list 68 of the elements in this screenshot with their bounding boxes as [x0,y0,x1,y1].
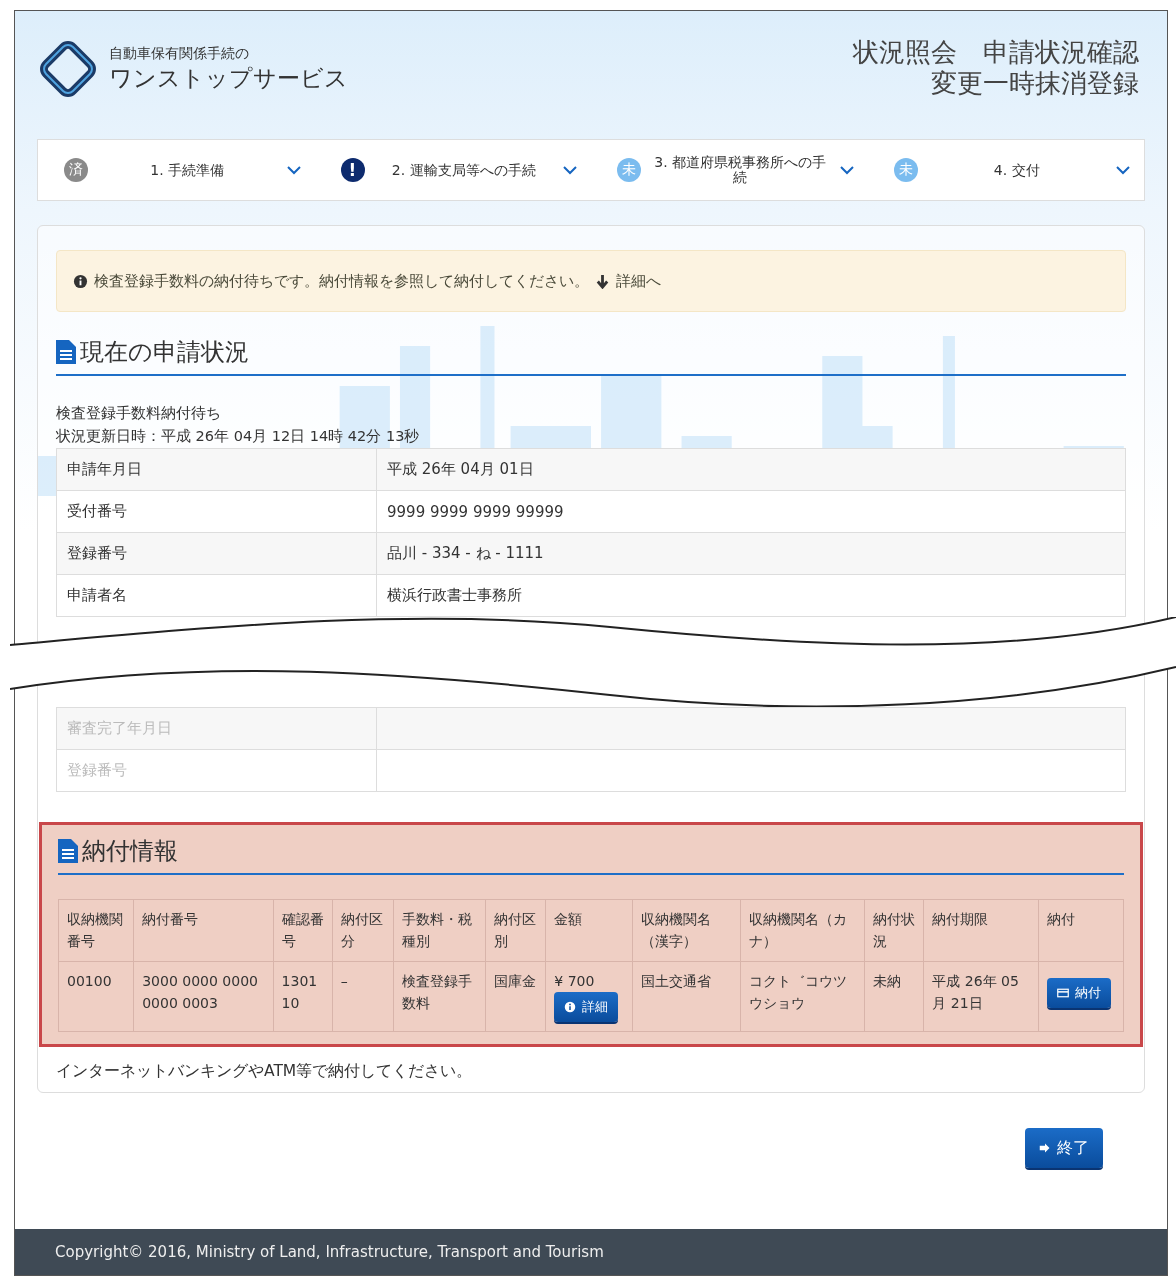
table-cell: 3000 0000 0000 0000 0003 [133,961,274,1032]
field-label: 審査完了年月日 [56,707,377,750]
table-cell: 検査登録手数料 [393,961,486,1032]
details-link[interactable]: 詳細へ [616,271,661,291]
table-cell: コクト゛コウツウショウ [740,961,865,1032]
field-label: 申請年月日 [56,448,377,491]
column-header: 納付区別 [485,899,546,962]
arrow-down-icon[interactable] [595,273,610,289]
field-value: 9999 9999 9999 99999 [376,490,1126,533]
document-icon [56,340,76,364]
step-label: 2. 運輸支局等への手続 [390,162,537,178]
chevron-down-icon[interactable] [286,165,301,175]
details-button[interactable]: 詳細 [554,992,619,1022]
column-header: 収納機関番号 [58,899,134,962]
updated-text: 状況更新日時：平成 26年 04月 12日 14時 42分 13秒 [56,427,421,446]
field-label: 登録番号 [56,532,377,575]
field-value: 平成 26年 04月 01日 [376,448,1126,491]
logo-title: ワンストップサービス [109,63,348,93]
exit-button[interactable]: 終了 [1025,1128,1103,1168]
section-heading: 納付情報 [82,836,178,867]
section-heading: 現在の申請状況 [80,337,249,368]
table-cell: 00100 [58,961,134,1032]
card-icon [1056,987,1069,999]
chevron-down-icon[interactable] [1116,165,1130,175]
table-cell: 未納 [864,961,924,1032]
column-header: 収納機関名（カナ） [740,899,865,962]
table-cell: 130110 [273,961,333,1032]
chevron-down-icon[interactable] [839,165,854,175]
field-label: 受付番号 [56,490,377,533]
column-header: 納付 [1038,899,1124,962]
status-text: 検査登録手数料納付待ち [56,404,222,423]
step-label: 1. 手続準備 [149,162,226,178]
column-header: 確認番号 [273,899,333,962]
table-cell: 平成 26年 05月 21日 [923,961,1039,1032]
step-label: 4. 交付 [992,162,1041,178]
step-status-badge: ! [340,158,365,182]
field-value: 横浜行政書士事務所 [376,574,1126,617]
column-header: 納付区分 [332,899,394,962]
step-status-badge: 未 [617,158,641,182]
step-status-badge: 済 [64,158,88,182]
copyright-text: Copyright© 2016, Ministry of Land, Infrastructure, Transport and Tourism [55,1243,604,1261]
column-header: 金額 [545,899,633,962]
step-label: 3. 都道府県税事務所への手続 [653,155,828,185]
table-cell: – [332,961,394,1032]
info-icon [73,273,88,289]
field-value: 品川 - 334 - ね - 1111 [376,532,1126,575]
amount-text: ¥ 700 [554,972,596,991]
field-label: 申請者名 [56,574,377,617]
logo-caption: 自動車保有関係手続の [109,44,250,63]
info-icon [564,1001,577,1013]
alert-message: 検査登録手数料の納付待ちです。納付情報を参照して納付してください。 [94,271,589,291]
exit-icon [1039,1142,1051,1154]
page-title: 状況照会 申請状況確認 [853,37,1139,68]
chevron-down-icon[interactable] [563,165,577,175]
document-icon [58,839,78,863]
logo-icon [37,38,99,100]
step-status-badge: 未 [893,158,918,182]
column-header: 納付番号 [133,899,274,962]
column-header: 納付期限 [923,899,1039,962]
column-header: 手数料・税種別 [393,899,486,962]
field-label: 登録番号 [56,749,377,792]
page-title: 変更一時抹消登録 [931,68,1139,99]
column-header: 納付状況 [864,899,924,962]
table-cell: 国土交通省 [632,961,741,1032]
table-cell: 国庫金 [485,961,546,1032]
pay-button[interactable]: 納付 [1046,978,1111,1008]
column-header: 収納機関名（漢字） [632,899,741,962]
payment-note: インターネットバンキングやATM等で納付してください。 [56,1061,474,1082]
